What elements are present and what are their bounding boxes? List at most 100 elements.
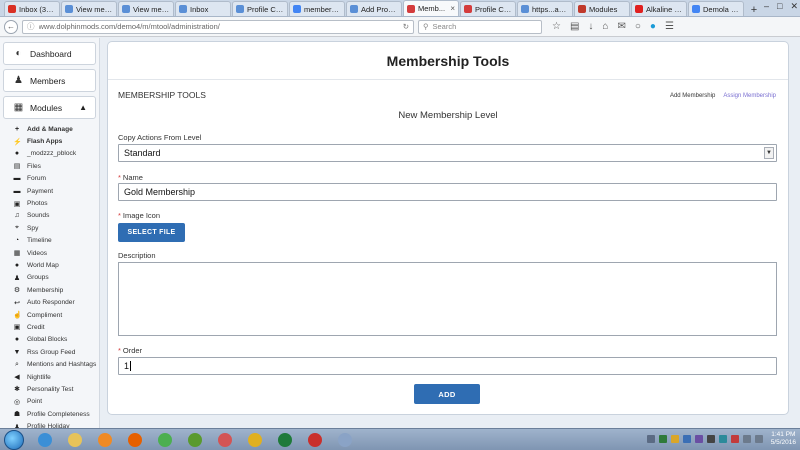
sidebar-subitem[interactable]: ☝ Compliment: [0, 309, 99, 321]
browser-tab[interactable]: Profile Co...: [232, 1, 288, 16]
sidebar-subitem[interactable]: ⌕ Mentions and Hashtags: [0, 358, 99, 370]
chat-icon[interactable]: ✉: [617, 21, 625, 32]
close-window-icon[interactable]: ✕: [790, 1, 798, 12]
tab-title: https...acker: [532, 4, 569, 14]
excel-icon[interactable]: [272, 430, 297, 450]
close-tab-icon[interactable]: ×: [450, 4, 455, 13]
sidebar-subitem[interactable]: ♟ Profile Holiday: [0, 420, 99, 428]
tray-icon[interactable]: [730, 435, 739, 443]
star-icon[interactable]: ☆: [552, 21, 561, 32]
ie-icon[interactable]: [32, 430, 57, 450]
sidebar-item-modules[interactable]: ▦ Modules ▲: [3, 96, 96, 119]
browser-tab[interactable]: Demola C...: [688, 1, 744, 16]
sidebar-subitem[interactable]: ⚡ Flash Apps: [0, 135, 99, 147]
ue-icon[interactable]: [242, 430, 267, 450]
sidebar-subitem-label: Credit: [27, 323, 45, 331]
assign-membership-link[interactable]: Assign Membership: [723, 93, 776, 99]
volume-icon[interactable]: [754, 435, 763, 443]
browser-tab[interactable]: Alkaline - ...: [631, 1, 687, 16]
sidebar-subitem[interactable]: ☗ Profile Completeness: [0, 408, 99, 420]
sidebar-item-members[interactable]: ♟ Members: [3, 69, 96, 92]
tray-icon[interactable]: [682, 435, 691, 443]
dropdown-arrow-icon[interactable]: ▼: [764, 147, 774, 159]
menu-icon[interactable]: ☰: [665, 21, 674, 32]
add-button[interactable]: ADD: [414, 384, 480, 404]
browser-tab[interactable]: View mes...: [61, 1, 117, 16]
sidebar-subitem[interactable]: ↩ Auto Responder: [0, 296, 99, 308]
tray-icon[interactable]: [646, 435, 655, 443]
skype-icon[interactable]: ●: [650, 21, 656, 32]
sidebar-subitem[interactable]: ● _modzzz_pblock: [0, 148, 99, 160]
start-button[interactable]: [4, 429, 24, 450]
tools-icon[interactable]: [332, 430, 357, 450]
trophy-icon: ☗: [13, 411, 21, 419]
back-button[interactable]: ←: [4, 19, 18, 34]
sidebar-subitem[interactable]: ▬ Forum: [0, 173, 99, 185]
browser-tab[interactable]: Inbox: [175, 1, 231, 16]
browser-tab[interactable]: View mes...: [118, 1, 174, 16]
media-player-icon[interactable]: [92, 430, 117, 450]
sidebar-subitem[interactable]: ▼ Rss Group Feed: [0, 346, 99, 358]
browser-tab[interactable]: Modules: [574, 1, 630, 16]
browser-tab[interactable]: members...: [289, 1, 345, 16]
reading-list-icon[interactable]: ▤: [570, 21, 579, 32]
order-input[interactable]: 1: [118, 357, 777, 375]
app-glyph: [67, 432, 82, 447]
browser-tab[interactable]: Profile Co...: [460, 1, 516, 16]
minimize-icon[interactable]: –: [764, 1, 769, 12]
sidebar-subitem[interactable]: ♟ Groups: [0, 272, 99, 284]
add-membership-link[interactable]: Add Membership: [670, 93, 715, 99]
download-icon[interactable]: ↓: [588, 21, 593, 32]
sidebar-subitem[interactable]: ▬ Payment: [0, 185, 99, 197]
address-bar[interactable]: ⓘ www.dolphinmods.com/demo4/m/mtool/admi…: [22, 19, 414, 34]
thumbs-up-icon: ☝: [13, 312, 22, 320]
name-input[interactable]: Gold Membership: [118, 183, 777, 201]
new-tab-button[interactable]: +: [747, 4, 761, 16]
chrome-icon[interactable]: [152, 430, 177, 450]
browser-tab[interactable]: https...acker: [517, 1, 573, 16]
chevron-up-icon[interactable]: ▲: [79, 103, 87, 112]
tray-icon[interactable]: [694, 435, 703, 443]
sidebar-subitem[interactable]: ◀ Nightlife: [0, 371, 99, 383]
tray-icon[interactable]: [670, 435, 679, 443]
maximize-icon[interactable]: □: [777, 1, 782, 12]
browser-tab[interactable]: Memb... ×: [403, 0, 459, 16]
browser-search-input[interactable]: ⚲ Search: [418, 19, 542, 34]
sidebar-subitem[interactable]: ✱ Personality Test: [0, 383, 99, 395]
sidebar-subitem[interactable]: ▣ Photos: [0, 197, 99, 209]
explorer-icon[interactable]: [62, 430, 87, 450]
sidebar-subitem[interactable]: ◔ Timeline: [0, 235, 99, 247]
browser-tab[interactable]: Add Prod...: [346, 1, 402, 16]
network-icon[interactable]: [742, 435, 751, 443]
sidebar-subitem[interactable]: ▣ Credit: [0, 321, 99, 333]
sidebar-subitem[interactable]: ◎ Point: [0, 396, 99, 408]
firefox-icon[interactable]: [122, 430, 147, 450]
reload-icon[interactable]: ↻: [403, 22, 409, 31]
tray-icon[interactable]: [718, 435, 727, 443]
sidebar-item-dashboard[interactable]: ◐ Dashboard: [3, 42, 96, 65]
sidebar-subitem[interactable]: + Add & Manage: [0, 123, 99, 135]
required-marker: *: [118, 173, 121, 182]
frog-icon[interactable]: [182, 430, 207, 450]
select-file-button[interactable]: SELECT FILE: [118, 223, 185, 242]
sidebar-subitem[interactable]: ● World Map: [0, 259, 99, 271]
sidebar-subitem[interactable]: ♫ Sounds: [0, 210, 99, 222]
clock[interactable]: 1:41 PM 5/5/2016: [771, 431, 796, 447]
sidebar-subitem[interactable]: ● Global Blocks: [0, 334, 99, 346]
sidebar-subitem[interactable]: ▤ Files: [0, 160, 99, 172]
sidebar-subitem[interactable]: ⚙ Membership: [0, 284, 99, 296]
sidebar-subitem[interactable]: ⌖ Spy: [0, 222, 99, 234]
pocket-icon[interactable]: ○: [635, 21, 641, 32]
copy-actions-select[interactable]: Standard ▼: [118, 144, 777, 162]
tray-icon[interactable]: [706, 435, 715, 443]
paint-icon[interactable]: [212, 430, 237, 450]
sidebar-item-label: Modules: [30, 102, 63, 113]
sidebar-subitem[interactable]: ▦ Videos: [0, 247, 99, 259]
filezilla-icon[interactable]: [302, 430, 327, 450]
music-icon: ♫: [14, 212, 20, 220]
browser-tab[interactable]: Inbox (38...: [4, 1, 60, 16]
tray-icon[interactable]: [658, 435, 667, 443]
asterisk-icon: ✱: [14, 386, 20, 394]
description-textarea[interactable]: [118, 262, 777, 336]
home-icon[interactable]: ⌂: [602, 21, 608, 32]
